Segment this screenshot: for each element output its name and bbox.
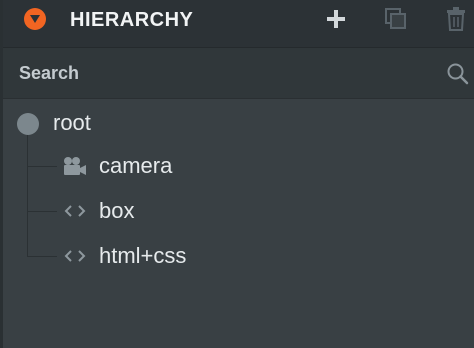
code-brackets-icon [62,201,88,221]
tree-item-html-css[interactable]: html+css [3,236,474,276]
tree-item-label: box [99,198,135,223]
tree-item-box[interactable]: box [3,191,474,231]
tree-item-label: html+css [99,243,187,268]
trash-icon [447,7,465,31]
copy-icon [385,8,406,29]
camera-icon [62,156,88,176]
code-brackets-icon [62,246,88,266]
entity-dot-icon [17,113,39,135]
tree-item-label: camera [99,153,173,178]
search-bar [3,48,474,99]
panel-header: HIERARCHY [3,0,474,48]
chevron-down-icon [30,15,40,23]
panel-title: HIERARCHY [70,9,194,31]
duplicate-entity-button[interactable] [383,6,409,32]
add-entity-button[interactable] [323,6,349,32]
entity-tree: root camera box html+css [3,99,474,348]
tree-item-camera[interactable]: camera [3,146,474,186]
search-icon[interactable] [446,62,470,86]
hierarchy-panel: HIERARCHY Search root camera box html+cs… [0,0,474,348]
search-input[interactable] [19,60,419,86]
tree-item-label: root [53,110,91,135]
tree-item-root[interactable]: root [3,101,474,141]
plus-icon [327,10,345,28]
collapse-toggle-button[interactable] [24,8,46,30]
delete-entity-button[interactable] [443,6,469,32]
